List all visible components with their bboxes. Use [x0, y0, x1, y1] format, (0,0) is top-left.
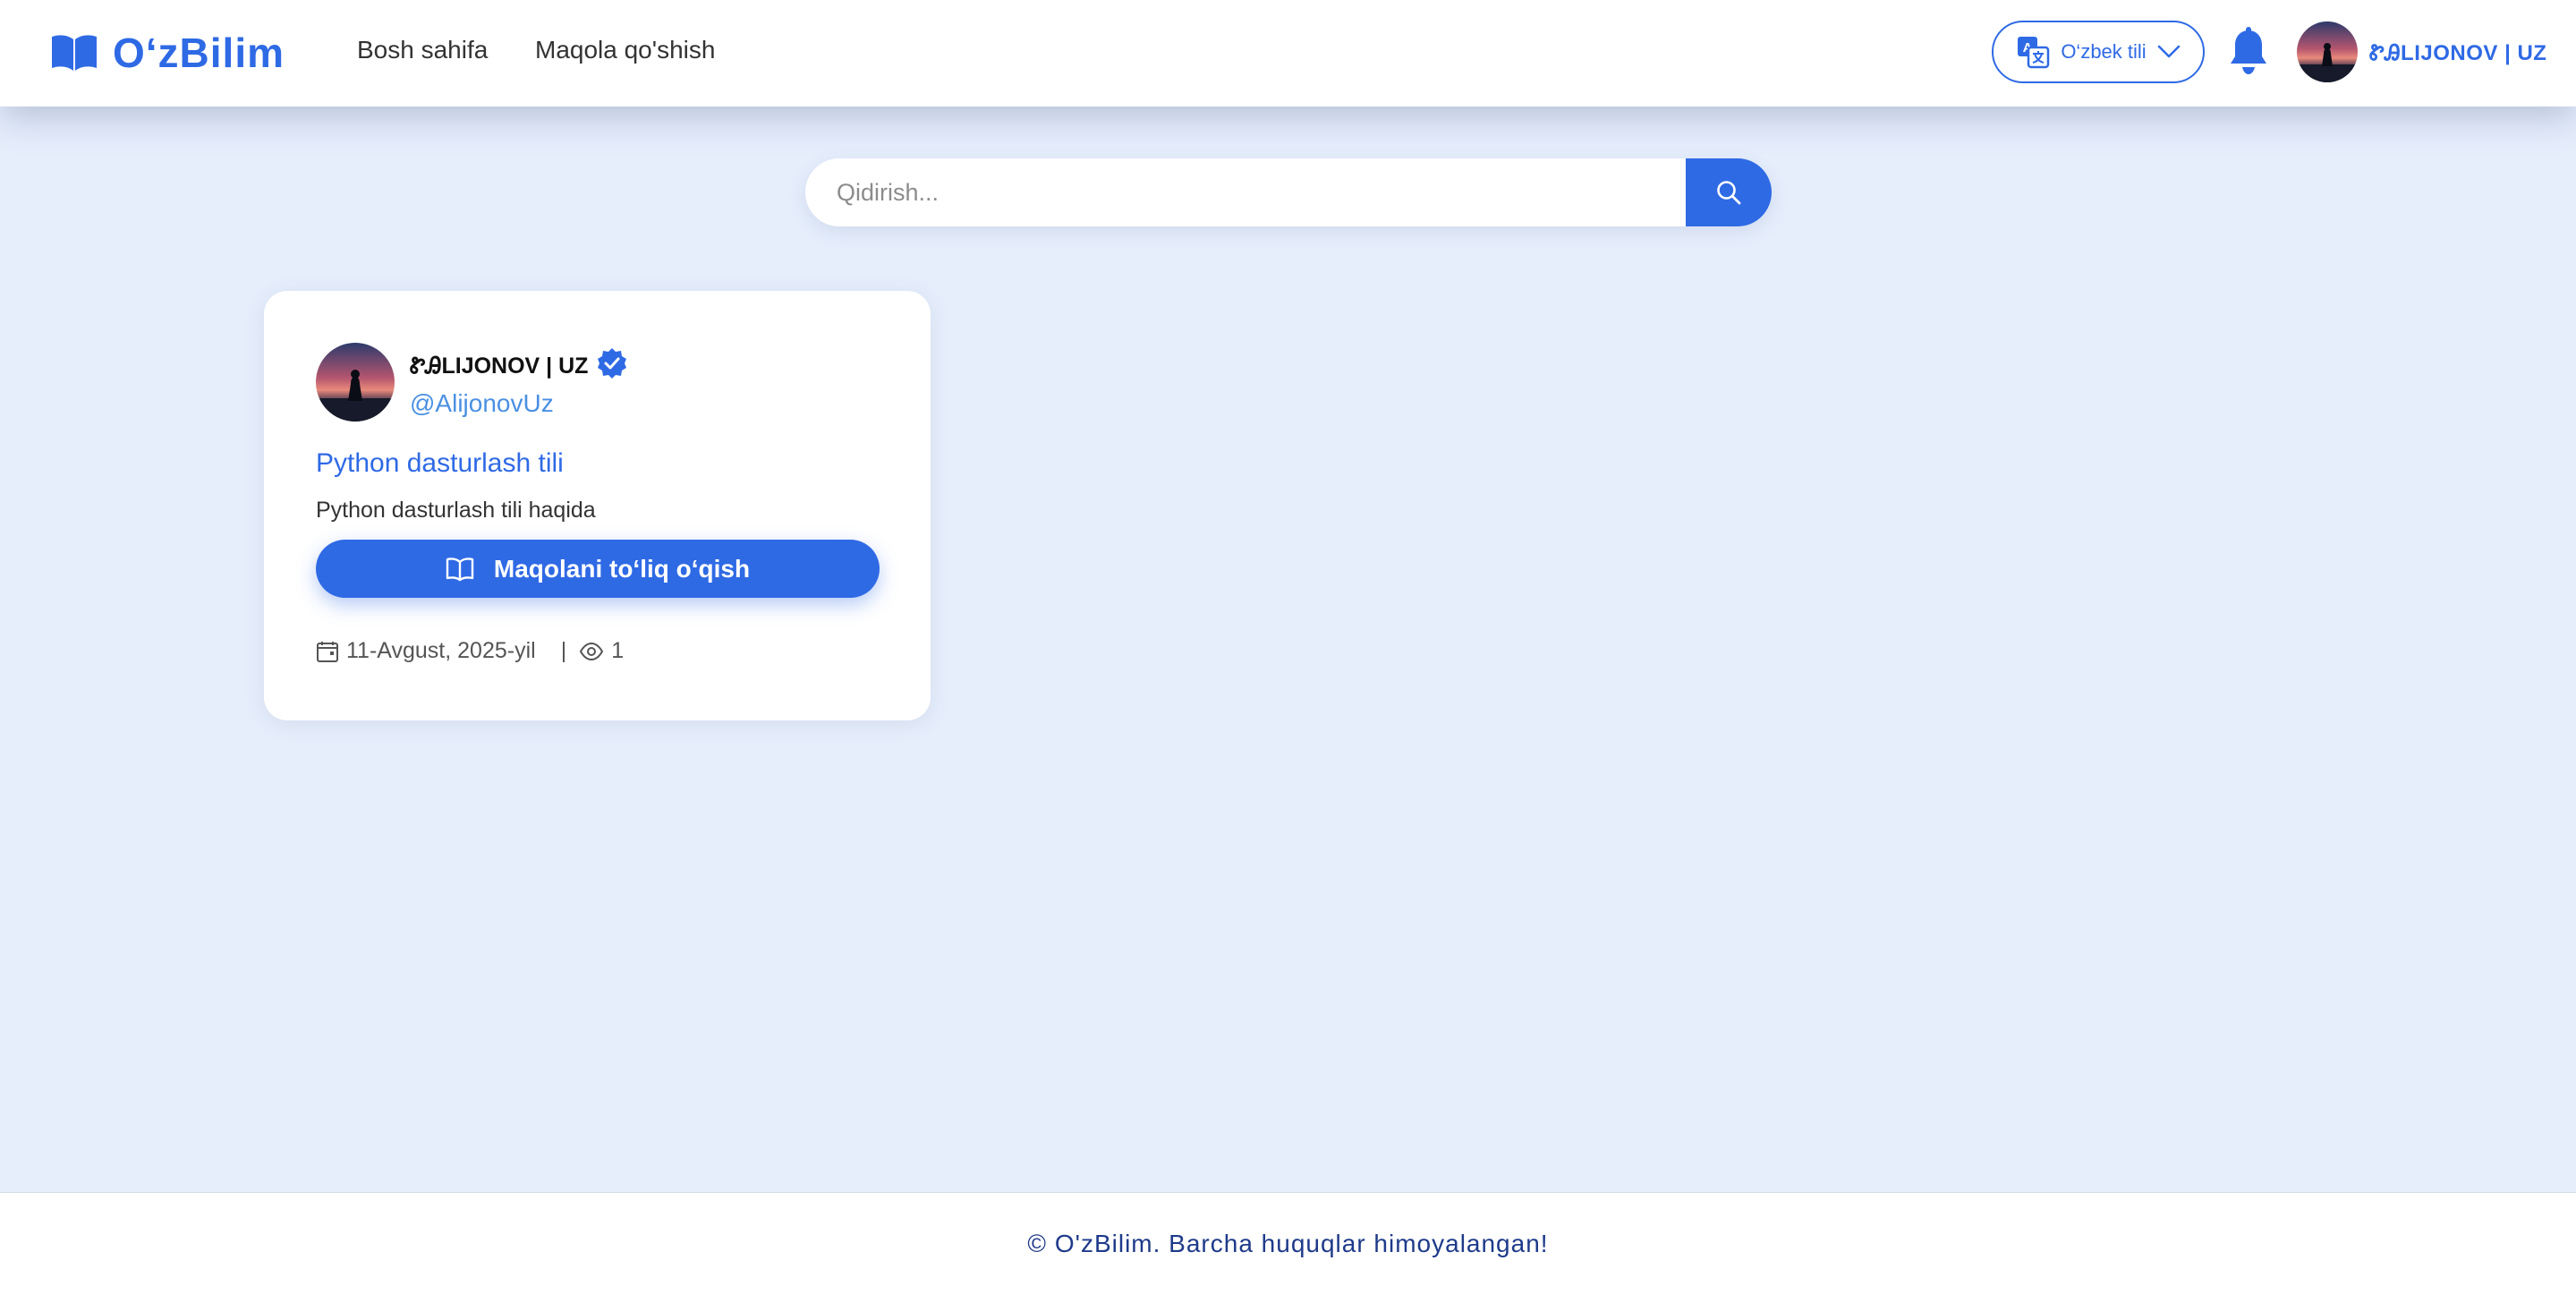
language-selector-button[interactable]: A O‘zbek tili [1992, 21, 2205, 83]
read-full-article-button[interactable]: Maqolani to‘liq o‘qish [316, 540, 880, 598]
article-title-link[interactable]: Python dasturlash tili [316, 448, 564, 479]
search-icon [1717, 181, 1741, 205]
read-button-label: Maqolani to‘liq o‘qish [493, 554, 751, 583]
author-avatar[interactable] [316, 343, 395, 422]
nav-home-link[interactable]: Bosh sahifa [357, 36, 488, 64]
user-avatar[interactable] [2297, 21, 2358, 82]
article-meta: 11-Avgust, 2025-yil | 1 [316, 638, 624, 664]
meta-separator: | [560, 638, 567, 663]
avatar-image [316, 343, 395, 422]
footer-copyright: © O'zBilim. Barcha huquqlar himoyalangan… [1027, 1229, 1549, 1257]
user-name[interactable]: ᏑᎯLIJONOV | UZ [2369, 41, 2546, 66]
search-bar [805, 158, 1772, 226]
page-footer: © O'zBilim. Barcha huquqlar himoyalangan… [0, 1192, 2576, 1303]
translate-icon: A [2018, 37, 2050, 69]
article-date: 11-Avgust, 2025-yil [346, 638, 536, 663]
brand-logo-link[interactable]: O‘zBilim [50, 27, 285, 79]
author-handle-link[interactable]: @AlijonovUz [410, 389, 554, 418]
author-name: ᏑᎯLIJONOV | UZ [410, 353, 589, 379]
calendar-icon [317, 641, 338, 662]
bell-icon[interactable] [2228, 27, 2269, 77]
brand-name: O‘zBilim [113, 30, 285, 76]
article-card: ᏑᎯLIJONOV | UZ @AlijonovUz Python dastur… [264, 291, 931, 720]
article-views: 1 [611, 638, 625, 663]
search-button[interactable] [1686, 158, 1772, 226]
eye-icon [580, 642, 604, 660]
search-input[interactable] [805, 158, 1686, 226]
nav-add-article-link[interactable]: Maqola qo'shish [535, 36, 715, 64]
language-selected-label: O‘zbek tili [2061, 40, 2147, 63]
open-book-icon [52, 35, 97, 71]
article-description: Python dasturlash tili haqida [316, 498, 596, 523]
avatar-image [2297, 21, 2358, 82]
verified-badge-icon [598, 348, 626, 379]
chevron-down-icon [2157, 45, 2180, 58]
open-book-icon [446, 557, 474, 581]
top-navbar: O‘zBilim Bosh sahifa Maqola qo'shish A O… [0, 0, 2576, 106]
